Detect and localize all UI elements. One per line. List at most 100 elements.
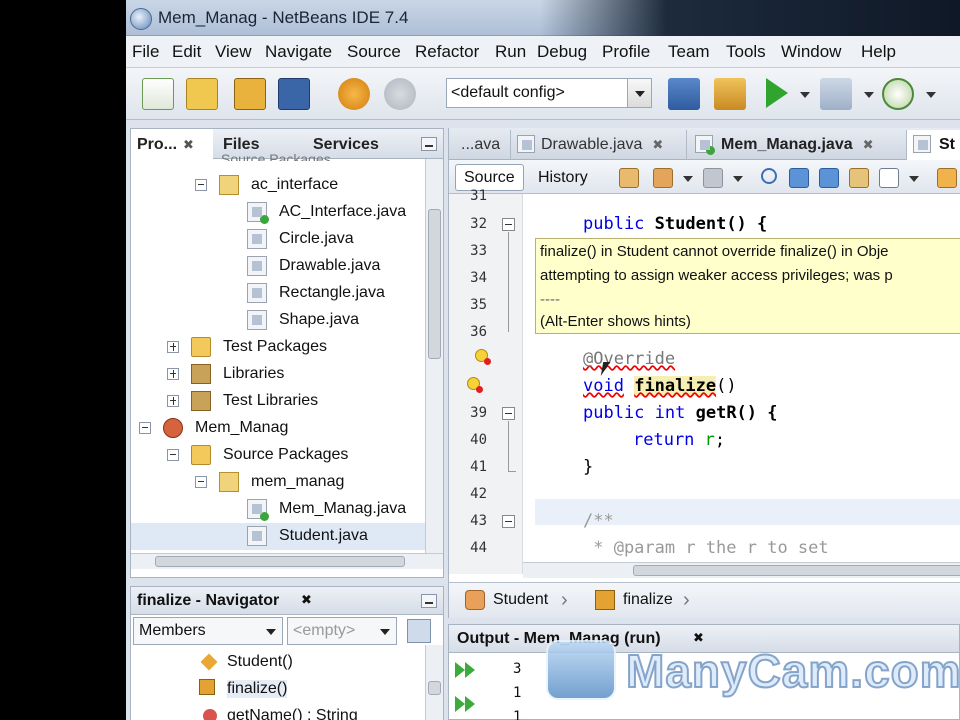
- history-button[interactable]: History: [529, 164, 597, 191]
- tree-item-test-libraries[interactable]: Test Libraries: [131, 388, 425, 415]
- tree-item-circle-java[interactable]: Circle.java: [131, 226, 425, 253]
- menu-profile[interactable]: Profile: [602, 42, 650, 62]
- toggle-highlight-icon[interactable]: [849, 168, 869, 188]
- code-line-39[interactable]: public int getR() {: [583, 403, 778, 423]
- collapse-icon: [139, 422, 151, 434]
- back-icon[interactable]: [653, 168, 673, 188]
- editor-horizontal-scrollbar[interactable]: [523, 562, 960, 578]
- tree-item-test-packages[interactable]: Test Packages: [131, 334, 425, 361]
- tree-item-drawable-java[interactable]: Drawable.java: [131, 253, 425, 280]
- error-hint-icon[interactable]: [467, 377, 483, 393]
- rerun-icon[interactable]: [455, 661, 477, 679]
- tree-item-mem-manag-project[interactable]: Mem_Manag: [131, 415, 425, 442]
- code-fold-icon[interactable]: [502, 407, 515, 420]
- tree-item-rectangle-java[interactable]: Rectangle.java: [131, 280, 425, 307]
- code-line-40[interactable]: return r;: [633, 430, 725, 450]
- menu-tools[interactable]: Tools: [726, 42, 766, 62]
- new-file-icon[interactable]: [142, 78, 174, 110]
- run-dropdown-icon[interactable]: [800, 92, 810, 98]
- tab-student-java[interactable]: St: [907, 130, 960, 160]
- java-file-icon: [247, 256, 267, 276]
- menu-file[interactable]: File: [132, 42, 159, 62]
- debug-icon[interactable]: [820, 78, 852, 110]
- navigator-options-icon[interactable]: [407, 619, 431, 643]
- error-hint-icon[interactable]: [475, 349, 491, 365]
- menu-source[interactable]: Source: [347, 42, 401, 62]
- open-project-icon[interactable]: [234, 78, 266, 110]
- manycam-watermark: ManyCam.com: [546, 634, 960, 720]
- breadcrumb-finalize[interactable]: finalize: [623, 591, 673, 609]
- run-icon[interactable]: [766, 78, 788, 108]
- menu-edit[interactable]: Edit: [172, 42, 201, 62]
- menu-team[interactable]: Team: [668, 42, 710, 62]
- find-next-icon[interactable]: [819, 168, 839, 188]
- config-select[interactable]: <default config>: [446, 78, 652, 108]
- menu-debug[interactable]: Debug: [537, 42, 587, 62]
- navigator-title: finalize - Navigator: [137, 592, 280, 609]
- back-dropdown-icon[interactable]: [683, 176, 693, 182]
- code-line-37[interactable]: @Override: [583, 349, 675, 369]
- main-toolbar: <default config>: [126, 68, 960, 120]
- previous-bookmark-icon[interactable]: [937, 168, 957, 188]
- menu-refactor[interactable]: Refactor: [415, 42, 479, 62]
- tree-item-student-java[interactable]: Student.java: [131, 523, 425, 550]
- find-previous-icon[interactable]: [789, 168, 809, 188]
- tab-mem-manag-java[interactable]: Mem_Manag.java ✖: [687, 130, 907, 160]
- tab-projects[interactable]: Pro... ✖: [131, 129, 213, 159]
- config-dropdown-button[interactable]: [627, 79, 651, 107]
- navigator-item-getname[interactable]: getName() : String: [131, 703, 421, 720]
- fold-guide-line: [508, 471, 516, 472]
- profile-icon[interactable]: [882, 78, 914, 110]
- redo-icon[interactable]: [384, 78, 416, 110]
- tree-item-ac-interface-java[interactable]: AC_Interface.java: [131, 199, 425, 226]
- projects-horizontal-scrollbar[interactable]: [131, 553, 443, 569]
- code-fold-icon[interactable]: [502, 515, 515, 528]
- tree-item-shape-java[interactable]: Shape.java: [131, 307, 425, 334]
- undo-icon[interactable]: [338, 78, 370, 110]
- debug-dropdown-icon[interactable]: [864, 92, 874, 98]
- find-icon[interactable]: [761, 168, 777, 184]
- last-edit-icon[interactable]: [619, 168, 639, 188]
- code-line-41[interactable]: }: [583, 457, 593, 477]
- tree-item-mem-manag-java[interactable]: Mem_Manag.java: [131, 496, 425, 523]
- clean-build-icon[interactable]: [714, 78, 746, 110]
- output-line: 1: [513, 709, 522, 720]
- forward-dropdown-icon[interactable]: [733, 176, 743, 182]
- build-hammer-icon[interactable]: [668, 78, 700, 110]
- menu-help[interactable]: Help: [861, 42, 896, 62]
- tree-item-source-packages[interactable]: Source Packages: [131, 442, 425, 469]
- code-line-43[interactable]: /**: [583, 511, 614, 531]
- close-icon[interactable]: ✖: [301, 592, 312, 608]
- profile-dropdown-icon[interactable]: [926, 92, 936, 98]
- save-all-icon[interactable]: [278, 78, 310, 110]
- minimize-icon[interactable]: [421, 594, 437, 608]
- forward-icon[interactable]: [703, 168, 723, 188]
- code-line-44[interactable]: * @param r the r to set: [583, 538, 828, 558]
- projects-vertical-scrollbar[interactable]: [425, 159, 443, 553]
- code-line-32[interactable]: public Student() {: [583, 214, 767, 234]
- members-filter-select[interactable]: Members: [133, 617, 283, 645]
- selection-dropdown-icon[interactable]: [909, 176, 919, 182]
- menu-view[interactable]: View: [215, 42, 252, 62]
- tree-item-ac-interface[interactable]: ac_interface: [131, 172, 425, 199]
- line-number: 41: [470, 459, 487, 475]
- new-project-icon[interactable]: [186, 78, 218, 110]
- tree-item-mem-manag-package[interactable]: mem_manag: [131, 469, 425, 496]
- minimize-icon[interactable]: [421, 137, 437, 151]
- code-line-38[interactable]: void finalize(): [583, 376, 737, 396]
- source-button[interactable]: Source: [455, 164, 524, 191]
- menu-window[interactable]: Window: [781, 42, 841, 62]
- navigator-item-finalize[interactable]: finalize(): [131, 676, 421, 703]
- rerun-with-args-icon[interactable]: [455, 695, 477, 713]
- tab-ava[interactable]: ...ava: [449, 130, 511, 160]
- navigator-scrollbar[interactable]: [425, 645, 443, 720]
- toggle-rectangular-selection-icon[interactable]: [879, 168, 899, 188]
- breadcrumb-student[interactable]: Student: [493, 591, 548, 609]
- empty-filter-select[interactable]: <empty>: [287, 617, 397, 645]
- tree-item-libraries[interactable]: Libraries: [131, 361, 425, 388]
- menu-navigate[interactable]: Navigate: [265, 42, 332, 62]
- tab-drawable-java[interactable]: Drawable.java ✖: [511, 130, 687, 160]
- navigator-item-student[interactable]: Student(): [131, 649, 421, 676]
- menu-run[interactable]: Run: [495, 42, 526, 62]
- code-fold-icon[interactable]: [502, 218, 515, 231]
